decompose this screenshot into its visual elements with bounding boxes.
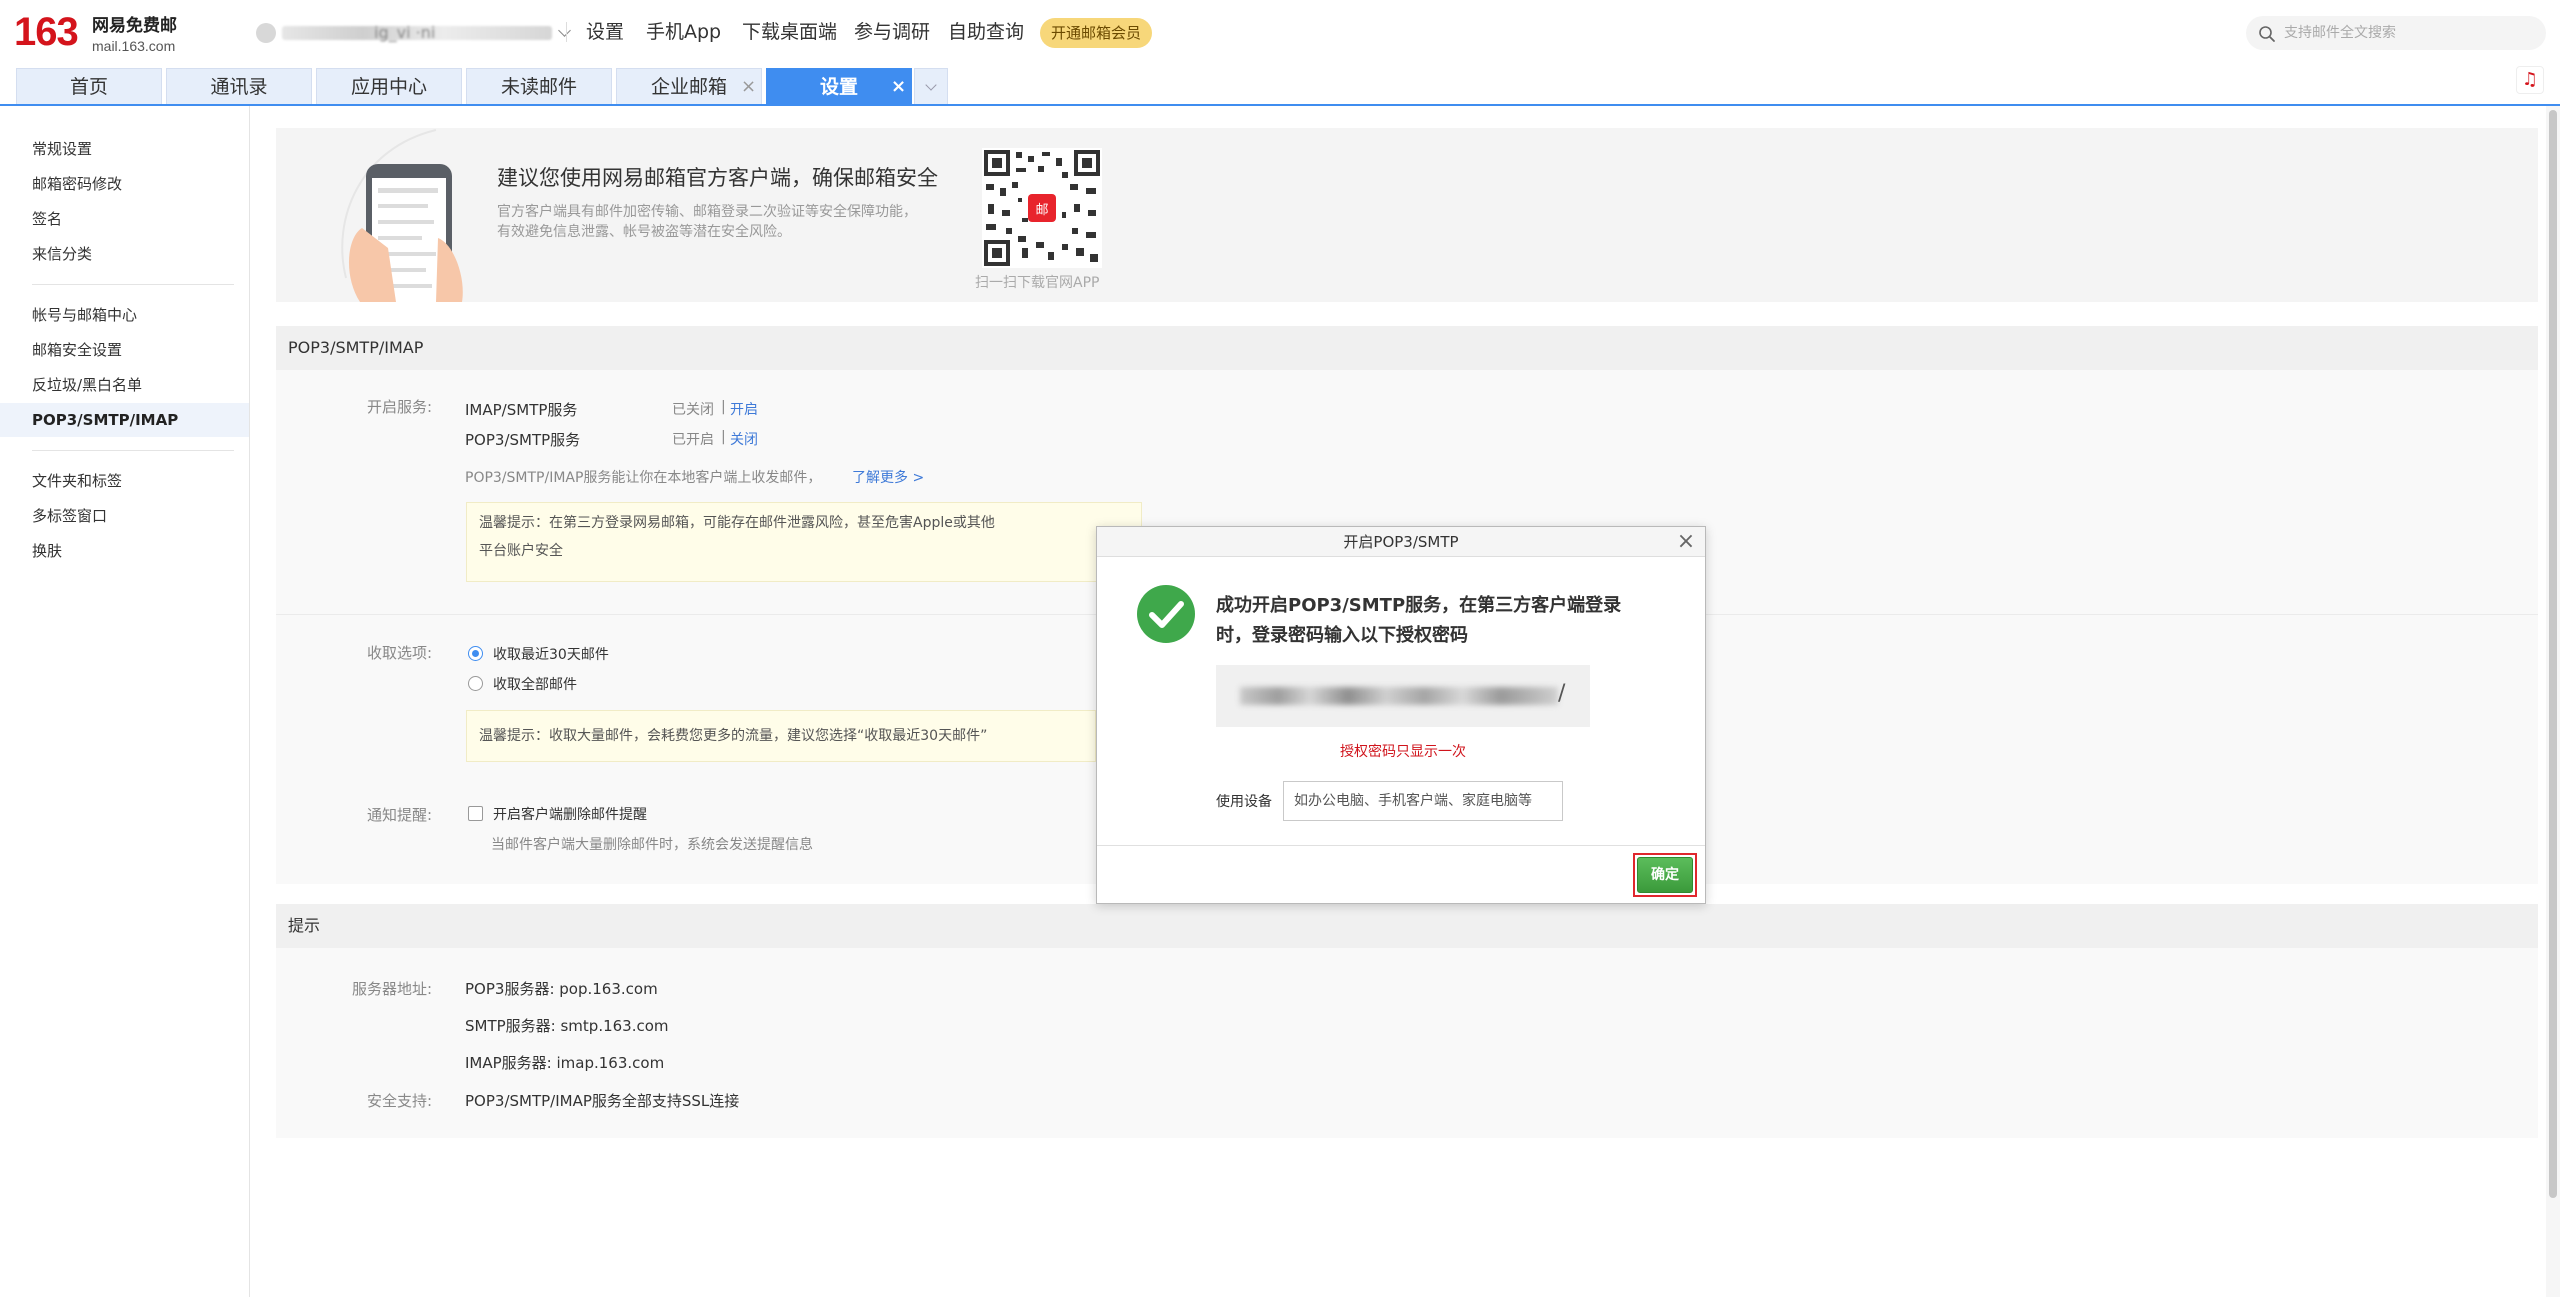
- music-icon[interactable]: ♫: [2516, 66, 2544, 94]
- vip-button[interactable]: 开通邮箱会员: [1040, 18, 1152, 48]
- success-message: 成功开启POP3/SMTP服务，在第三方客户端登录时，登录密码输入以下授权密码: [1216, 595, 1622, 646]
- close-icon[interactable]: ×: [1675, 531, 1697, 553]
- tab-contacts[interactable]: 通讯录: [166, 68, 312, 104]
- receive-options-label: 收取选项:: [366, 644, 432, 662]
- banner-title: 建议您使用网易邮箱官方客户端，确保邮箱安全: [497, 166, 938, 190]
- phone-in-hand-illustration: [341, 129, 463, 302]
- qr-code-icon: 邮: [982, 148, 1102, 268]
- smtp-server-text: SMTP服务器: smtp.163.com: [465, 1017, 669, 1035]
- ssl-label: 安全支持:: [366, 1092, 432, 1110]
- nav-mobile-app[interactable]: 手机App: [646, 18, 721, 46]
- chevron-down-icon: [558, 23, 571, 37]
- tab-home[interactable]: 首页: [16, 68, 162, 104]
- search-icon: [2259, 26, 2275, 42]
- notify-delete-checkbox[interactable]: [468, 806, 483, 821]
- banner-description: 官方客户端具有邮件加密传输、邮箱登录二次验证等安全保障功能，有效避免信息泄露、帐…: [497, 204, 917, 240]
- receive-tip: 温馨提示：收取大量邮件，会耗费您更多的流量，建议您选择“收取最近30天邮件”: [466, 710, 1096, 762]
- radio-recent-30-days[interactable]: [468, 646, 483, 661]
- qr-caption: 扫一扫下载官网APP: [975, 275, 1100, 291]
- warning-line-1: 温馨提示：在第三方登录网易邮箱，可能存在邮件泄露风险，甚至危害Apple或其他: [479, 515, 995, 531]
- warning-line-2: 平台账户安全: [479, 543, 563, 559]
- sidebar-item-pop3[interactable]: POP3/SMTP/IMAP: [0, 403, 249, 437]
- sidebar-item-antispam[interactable]: 反垃圾/黑白名单: [0, 368, 249, 402]
- separator: |: [721, 399, 726, 415]
- chevron-down-icon: [925, 79, 937, 91]
- imap-status: 已关闭: [672, 402, 714, 418]
- radio-all-mail[interactable]: [468, 676, 483, 691]
- section-header-pop3: POP3/SMTP/IMAP: [276, 326, 2538, 370]
- notify-label: 通知提醒:: [366, 806, 432, 824]
- tab-unread[interactable]: 未读邮件: [466, 68, 612, 104]
- sidebar-item-skin[interactable]: 换肤: [0, 534, 249, 568]
- sidebar-divider: [32, 284, 234, 285]
- tab-settings[interactable]: 设置 ×: [766, 68, 912, 104]
- radio-all-mail-label[interactable]: 收取全部邮件: [493, 674, 577, 694]
- server-address-label: 服务器地址:: [351, 980, 432, 998]
- ok-button[interactable]: 确定: [1637, 857, 1693, 893]
- sidebar-item-folders[interactable]: 文件夹和标签: [0, 464, 249, 498]
- search-box[interactable]: [2246, 16, 2546, 50]
- checkmark-icon: [1137, 585, 1195, 643]
- nav-self-service[interactable]: 自助查询: [948, 18, 1024, 46]
- nav-survey[interactable]: 参与调研: [854, 18, 930, 46]
- logo-domain: mail.163.com: [92, 38, 176, 54]
- account-menu[interactable]: ig_vi ·ni: [256, 22, 571, 44]
- sidebar-item-password[interactable]: 邮箱密码修改: [0, 167, 249, 201]
- sidebar-item-multi-tab[interactable]: 多标签窗口: [0, 499, 249, 533]
- svg-text:邮: 邮: [1035, 203, 1048, 218]
- learn-more-link[interactable]: 了解更多 >: [852, 467, 924, 487]
- radio-recent-30-days-label[interactable]: 收取最近30天邮件: [493, 644, 609, 664]
- pop3-info-text: POP3/SMTP/IMAP服务能让你在本地客户端上收发邮件，: [465, 470, 822, 486]
- notify-description: 当邮件客户端大量删除邮件时，系统会发送提醒信息: [491, 837, 813, 853]
- sidebar-item-mail-rules[interactable]: 来信分类: [0, 237, 249, 271]
- pop3-server-text: POP3服务器: pop.163.com: [465, 980, 658, 998]
- logo-text[interactable]: 网易免费邮: [92, 16, 177, 36]
- ssl-text: POP3/SMTP/IMAP服务全部支持SSL连接: [465, 1092, 740, 1110]
- separator: |: [721, 429, 726, 445]
- tab-app-center[interactable]: 应用中心: [316, 68, 462, 104]
- close-icon[interactable]: ×: [741, 70, 756, 104]
- avatar: [256, 23, 276, 43]
- auth-code-blurred: [1240, 687, 1558, 705]
- top-header: 163 网易免费邮 mail.163.com ig_vi ·ni 设置 手机Ap…: [0, 0, 2560, 106]
- enable-pop3-dialog: 开启POP3/SMTP × 成功开启POP3/SMTP服务，在第三方客户端登录时…: [1096, 526, 1706, 904]
- pop3-service-name: POP3/SMTP服务: [465, 431, 581, 449]
- dialog-footer-divider: [1097, 845, 1705, 846]
- sidebar-item-security[interactable]: 邮箱安全设置: [0, 333, 249, 367]
- imap-server-text: IMAP服务器: imap.163.com: [465, 1054, 665, 1072]
- tab-enterprise-mail[interactable]: 企业邮箱 ×: [616, 68, 762, 104]
- notify-delete-label[interactable]: 开启客户端删除邮件提醒: [493, 804, 647, 824]
- imap-enable-link[interactable]: 开启: [730, 399, 758, 419]
- close-icon[interactable]: ×: [891, 70, 906, 104]
- tab-overflow-button[interactable]: [914, 68, 948, 104]
- imap-service-name: IMAP/SMTP服务: [465, 401, 578, 419]
- account-name-blurred: ig_vi ·ni: [282, 23, 552, 42]
- dialog-title: 开启POP3/SMTP: [1097, 527, 1705, 557]
- nav-desktop-download[interactable]: 下载桌面端: [742, 18, 837, 46]
- sidebar-item-signature[interactable]: 签名: [0, 202, 249, 236]
- scrollbar-thumb[interactable]: [2549, 110, 2557, 1198]
- auth-code-note: 授权密码只显示一次: [1340, 744, 1466, 760]
- sidebar-item-account-center[interactable]: 帐号与邮箱中心: [0, 298, 249, 332]
- device-input[interactable]: [1283, 781, 1563, 821]
- section-header-tips: 提示: [276, 904, 2538, 948]
- sidebar-divider: [32, 450, 234, 451]
- sidebar-item-general[interactable]: 常规设置: [0, 132, 249, 166]
- pop3-status: 已开启: [672, 432, 714, 448]
- logo-number[interactable]: 163: [14, 8, 79, 56]
- nav-settings[interactable]: 设置: [586, 18, 624, 46]
- service-label: 开启服务:: [366, 398, 432, 416]
- tab-underline: [0, 104, 2560, 106]
- auth-code-suffix: /: [1558, 681, 1566, 706]
- third-party-warning: 温馨提示：在第三方登录网易邮箱，可能存在邮件泄露风险，甚至危害Apple或其他 …: [466, 502, 1142, 582]
- divider: [566, 22, 567, 42]
- pop3-disable-link[interactable]: 关闭: [730, 429, 758, 449]
- settings-sidebar: 常规设置 邮箱密码修改 签名 来信分类 帐号与邮箱中心 邮箱安全设置 反垃圾/黑…: [0, 106, 250, 1297]
- auth-code-box: /: [1216, 665, 1590, 727]
- search-input[interactable]: [2284, 22, 2534, 44]
- device-label: 使用设备: [1216, 794, 1272, 810]
